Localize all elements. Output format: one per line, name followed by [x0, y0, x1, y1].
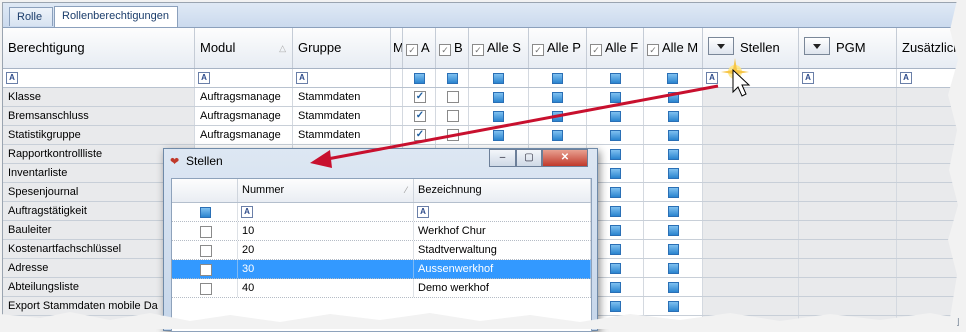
torn-edge-decoration [0, 0, 966, 329]
